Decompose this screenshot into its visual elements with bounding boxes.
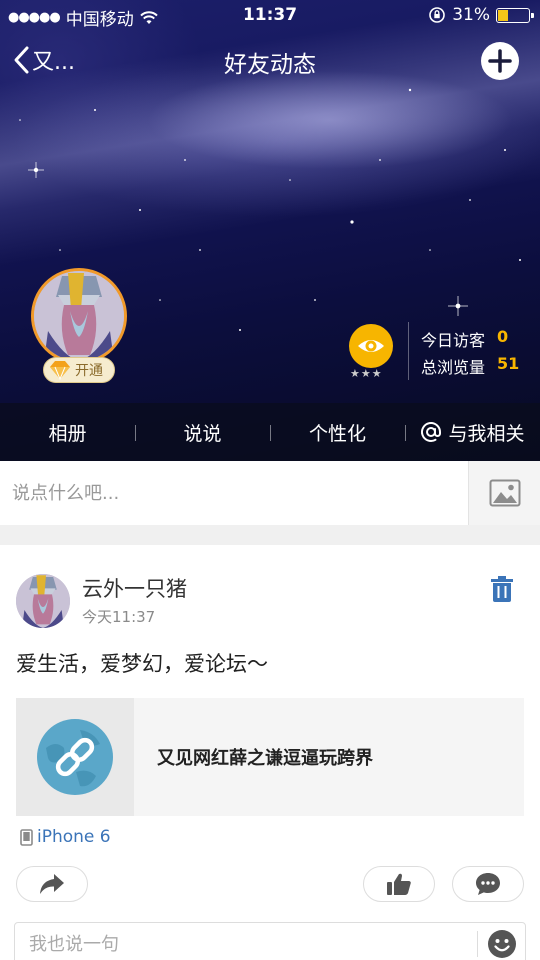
eye-icon: [358, 340, 384, 352]
post-time: 今天11:37: [82, 608, 156, 626]
diamond-icon: [50, 361, 70, 380]
device-label: iPhone 6: [37, 827, 111, 847]
section-gap: [0, 525, 540, 545]
tab-personalize-label: 个性化: [308, 422, 366, 445]
delete-post-button[interactable]: [490, 576, 514, 606]
author-avatar-image: [16, 574, 70, 628]
stats-divider: [408, 322, 409, 380]
emoji-button[interactable]: [487, 929, 517, 959]
battery-tip: [531, 12, 534, 18]
comment-button[interactable]: [452, 866, 524, 902]
phone-icon: [20, 828, 33, 846]
smiley-icon: [488, 930, 516, 958]
page-title: 好友动态: [224, 52, 316, 78]
total-views-value: 51: [497, 354, 520, 373]
vip-label: 开通: [75, 363, 103, 379]
tab-shuoshuo[interactable]: 说说: [135, 419, 270, 446]
tab-personalize[interactable]: 个性化: [270, 419, 405, 446]
status-bar: ●●●●● 中国移动 11:37 31%: [0, 0, 540, 30]
link-title: 又见网红薛之谦逗逼玩跨界: [157, 748, 373, 769]
nav-bar: 又... 好友动态: [0, 36, 540, 86]
tab-album[interactable]: 相册: [0, 419, 135, 446]
tab-related-to-me[interactable]: 与我相关: [405, 419, 540, 446]
image-icon: [489, 479, 520, 507]
visitor-level-stars: ★★★: [350, 367, 383, 380]
status-right: 31%: [428, 5, 534, 25]
at-icon: [421, 422, 442, 442]
tab-album-label: 相册: [48, 422, 87, 445]
today-visitors-value: 0: [497, 327, 509, 346]
thumbs-up-icon: [387, 873, 411, 895]
today-visitors[interactable]: 今日访客 0: [421, 327, 508, 351]
shared-link-card[interactable]: 又见网红薛之谦逗逼玩跨界: [16, 698, 524, 816]
compose-bar: [0, 461, 540, 525]
rotation-lock-icon: [429, 7, 446, 23]
total-views[interactable]: 总浏览量 51: [421, 354, 519, 378]
tab-shuoshuo-label: 说说: [183, 422, 222, 445]
comment-box: [14, 922, 526, 960]
comment-divider: [477, 931, 478, 957]
trash-icon: [491, 576, 513, 602]
add-button[interactable]: [481, 42, 519, 80]
share-arrow-icon: [40, 874, 64, 894]
post-author-name[interactable]: 云外一只猪: [82, 573, 187, 603]
cover-background: ●●●●● 中国移动 11:37 31% 又... 好友动态 开通 ★★★ 今日…: [0, 0, 540, 461]
battery-fill: [498, 9, 508, 21]
total-views-label: 总浏览量: [421, 358, 486, 377]
profile-avatar[interactable]: [31, 268, 127, 364]
share-button[interactable]: [16, 866, 88, 902]
profile-tab-bar: 相册 说说 个性化 与我相关: [0, 403, 540, 461]
vip-open-button[interactable]: 开通: [43, 357, 115, 383]
friend-feed-page: ●●●●● 中国移动 11:37 31% 又... 好友动态 开通 ★★★ 今日…: [0, 0, 540, 960]
link-globe-icon: [37, 719, 113, 795]
post-text: 爱生活，爱梦幻，爱论坛～: [16, 652, 268, 676]
post-author-avatar[interactable]: [16, 574, 70, 628]
avatar-image: [34, 271, 124, 361]
post-device: iPhone 6: [20, 827, 111, 847]
today-visitors-label: 今日访客: [421, 331, 486, 350]
comment-bubble-icon: [476, 873, 500, 895]
battery-icon: [496, 7, 534, 23]
comment-input[interactable]: [15, 923, 475, 960]
compose-input[interactable]: [0, 461, 468, 525]
battery-percent: 31%: [452, 5, 490, 25]
plus-icon: [488, 49, 512, 73]
add-photo-button[interactable]: [468, 461, 540, 525]
tab-related-label: 与我相关: [448, 422, 525, 445]
like-button[interactable]: [363, 866, 435, 902]
link-thumbnail: [16, 698, 134, 816]
visitor-eye-button[interactable]: [349, 324, 393, 368]
